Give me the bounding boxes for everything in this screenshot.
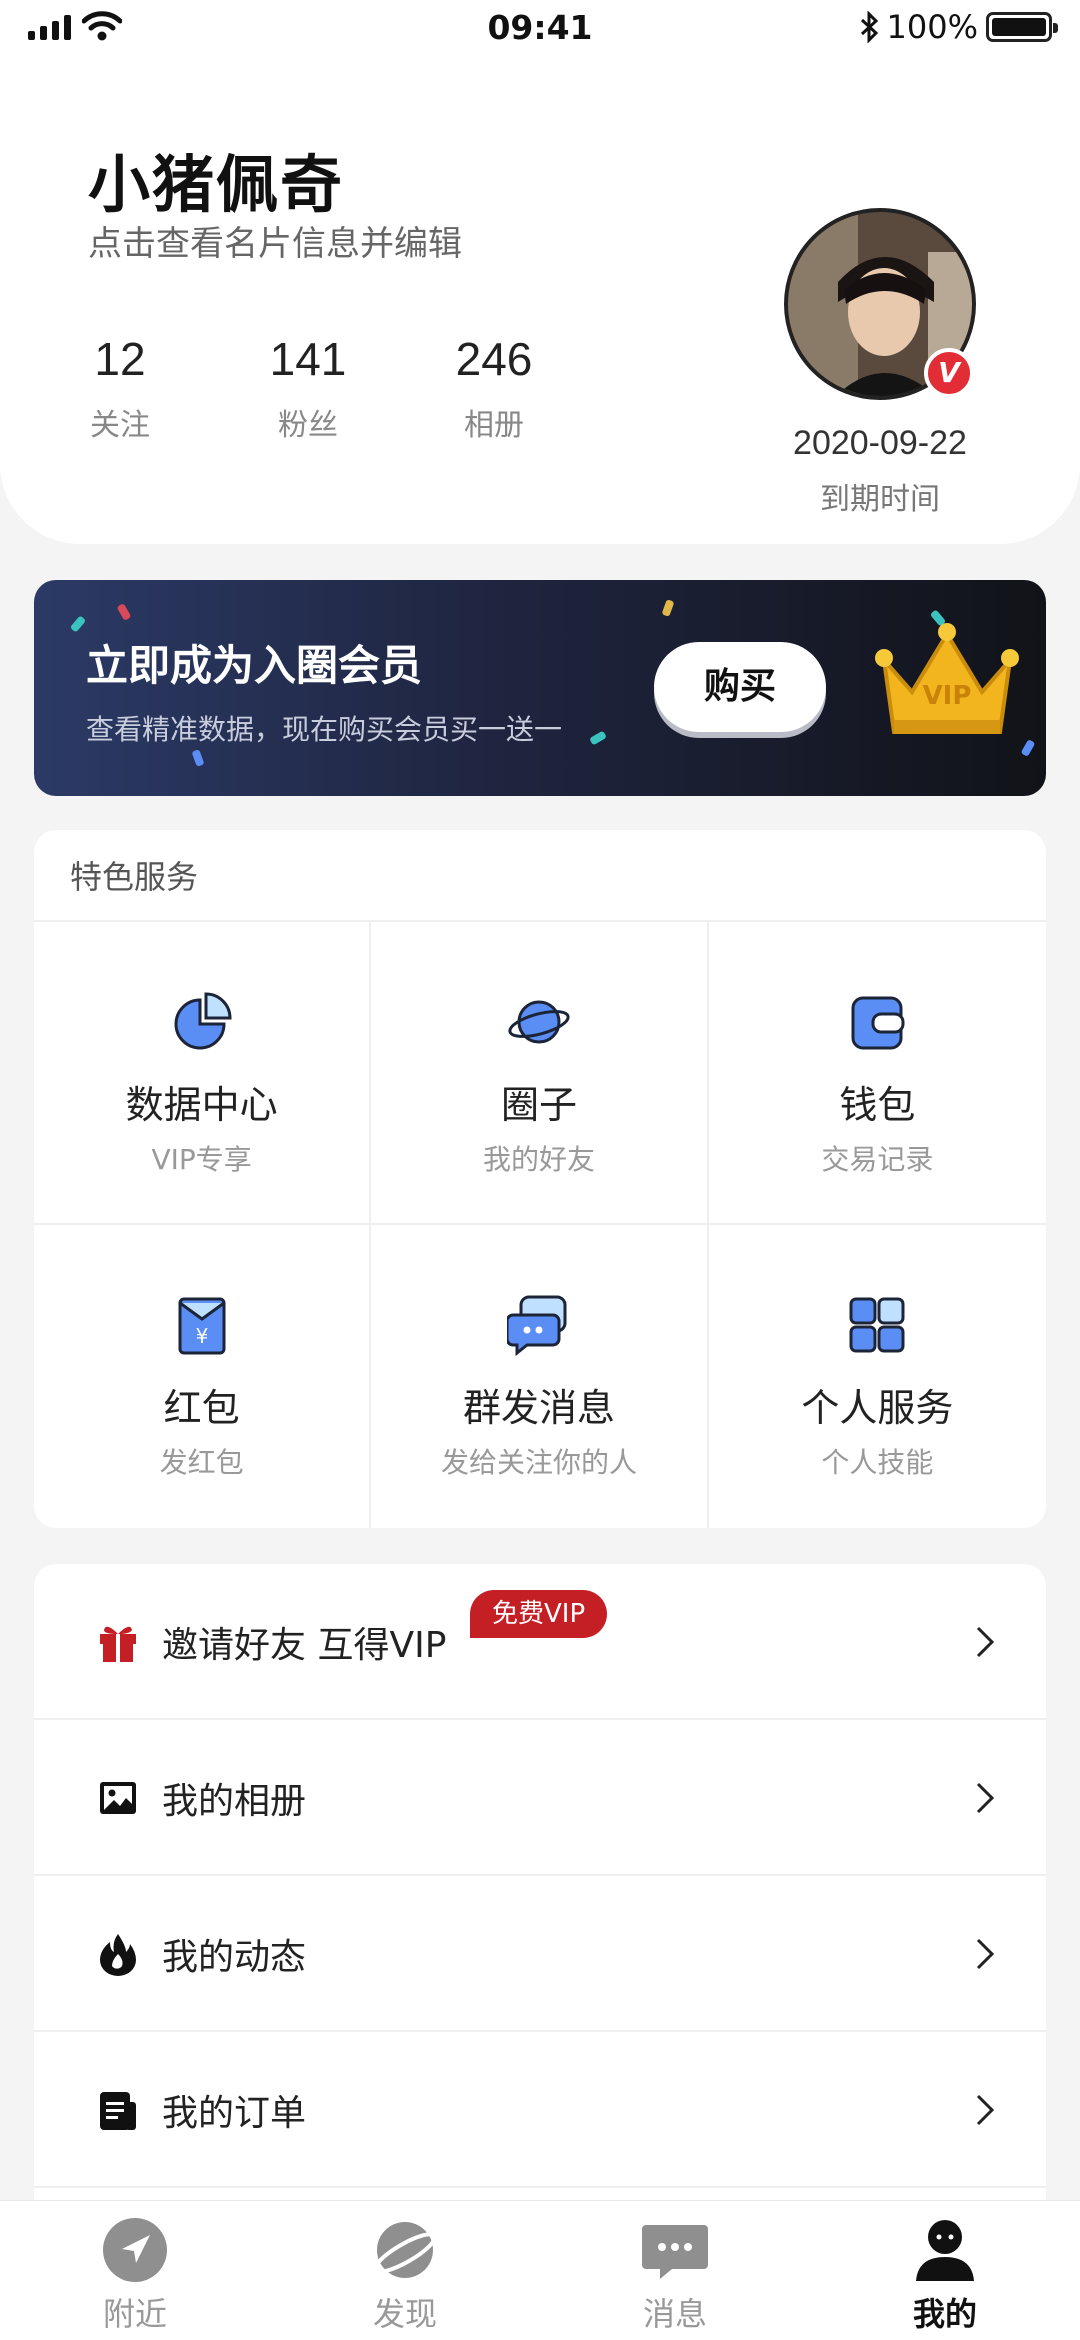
stat-label: 相册 [464, 408, 524, 443]
services-title: 特色服务 [70, 858, 199, 896]
menu-invite-friends[interactable]: 邀请好友 互得VIP 免费VIP [34, 1564, 1046, 1720]
service-sub: 发给关注你的人 [440, 1446, 637, 1479]
battery-percent: 100% [886, 8, 978, 46]
menu-label: 我的订单 [162, 2093, 307, 2134]
tab-label: 附近 [102, 2295, 167, 2333]
service-mass-message[interactable]: 群发消息 发给关注你的人 [371, 1225, 709, 1528]
service-sub: VIP专享 [151, 1143, 252, 1176]
verified-badge: V [924, 348, 974, 398]
crown-vip-text: VIP [923, 681, 972, 711]
planet-icon [508, 1000, 570, 1044]
service-label: 圈子 [500, 1083, 577, 1127]
service-label: 钱包 [839, 1083, 916, 1127]
service-label: 红包 [163, 1386, 240, 1430]
tab-label: 我的 [912, 2295, 977, 2333]
expire-label: 到期时间 [820, 482, 940, 517]
image-icon [100, 1782, 136, 1814]
tab-label: 发现 [372, 2295, 437, 2333]
stat-label: 关注 [90, 408, 150, 443]
tab-nearby[interactable]: 附近 [0, 2201, 270, 2340]
service-sub: 交易记录 [821, 1143, 934, 1176]
free-vip-badge: 免费VIP [470, 1590, 608, 1638]
order-icon [100, 2092, 136, 2130]
status-right: 100% [859, 8, 1058, 46]
pie-chart-icon [174, 992, 232, 1050]
menu-list: 邀请好友 互得VIP 免费VIP 我的相册 我的动态 我的订单 [34, 1564, 1046, 2204]
stat-followers[interactable]: 141 粉丝 [248, 332, 368, 444]
service-red-envelope[interactable]: ¥ 红包 发红包 [34, 1225, 372, 1528]
battery-icon [986, 12, 1058, 42]
stat-value: 246 [455, 333, 533, 385]
service-circle[interactable]: 圈子 我的好友 [371, 922, 709, 1225]
tab-me[interactable]: 我的 [810, 2201, 1080, 2340]
tab-label: 消息 [642, 2295, 707, 2333]
service-sub: 我的好友 [482, 1143, 595, 1176]
stat-value: 141 [269, 333, 347, 385]
service-label: 数据中心 [125, 1083, 278, 1127]
service-wallet[interactable]: 钱包 交易记录 [708, 922, 1046, 1225]
services-card: 特色服务 数据中心 VIP专享 圈子 我的好友 钱包 交易记录 ¥ 红包 发红包… [34, 830, 1046, 1528]
flame-icon [100, 1934, 136, 1976]
chevron-right-icon [976, 2094, 995, 2126]
location-arrow-icon [103, 2218, 167, 2282]
tab-bar: 附近 发现 消息 我的 [0, 2200, 1080, 2340]
menu-my-moments[interactable]: 我的动态 [34, 1876, 1046, 2032]
menu-label: 邀请好友 互得VIP [162, 1625, 447, 1666]
vip-banner-subtitle: 查看精准数据，现在购买会员买一送一 [86, 713, 563, 746]
chevron-right-icon [976, 1782, 995, 1814]
stat-following[interactable]: 12 关注 [60, 332, 180, 444]
message-icon [642, 2225, 708, 2279]
bluetooth-icon [860, 11, 878, 43]
service-sub: 个人技能 [821, 1446, 934, 1479]
stat-value: 12 [94, 333, 146, 385]
vip-banner-title: 立即成为入圈会员 [86, 641, 423, 690]
vip-banner[interactable]: 立即成为入圈会员 查看精准数据，现在购买会员买一送一 购买 VIP [34, 580, 1046, 796]
service-label: 个人服务 [801, 1386, 954, 1430]
status-bar: 09:41 100% [0, 0, 1080, 60]
menu-my-album[interactable]: 我的相册 [34, 1720, 1046, 1876]
wallet-icon [851, 996, 905, 1050]
service-data-center[interactable]: 数据中心 VIP专享 [34, 922, 372, 1225]
svg-text:¥: ¥ [195, 1324, 208, 1348]
service-sub: 发红包 [159, 1446, 244, 1479]
tab-discover[interactable]: 发现 [270, 2201, 540, 2340]
chevron-right-icon [976, 1938, 995, 1970]
tab-messages[interactable]: 消息 [540, 2201, 810, 2340]
crown-icon: VIP [875, 623, 1019, 734]
service-label: 群发消息 [462, 1386, 615, 1430]
menu-my-orders[interactable]: 我的订单 [34, 2032, 1046, 2188]
grid-icon [849, 1297, 905, 1353]
menu-label: 我的相册 [162, 1781, 307, 1822]
user-icon [916, 2220, 974, 2281]
service-personal[interactable]: 个人服务 个人技能 [709, 1225, 1046, 1528]
planet-icon [373, 2222, 437, 2278]
expire-date: 2020-09-22 [793, 424, 967, 462]
gift-icon [100, 1626, 136, 1662]
stat-albums[interactable]: 246 相册 [434, 332, 554, 444]
profile-name[interactable]: 小猪佩奇 [88, 134, 344, 224]
chat-bubbles-icon [506, 1295, 567, 1357]
profile-subtitle[interactable]: 点击查看名片信息并编辑 [88, 216, 462, 265]
services-grid: 数据中心 VIP专享 圈子 我的好友 钱包 交易记录 ¥ 红包 发红包 群发消息… [34, 920, 1046, 1528]
stat-label: 粉丝 [278, 408, 338, 443]
buy-button[interactable]: 购买 [654, 642, 826, 732]
chevron-right-icon [976, 1626, 995, 1658]
menu-label: 我的动态 [162, 1937, 307, 1978]
red-envelope-icon: ¥ [178, 1297, 226, 1355]
